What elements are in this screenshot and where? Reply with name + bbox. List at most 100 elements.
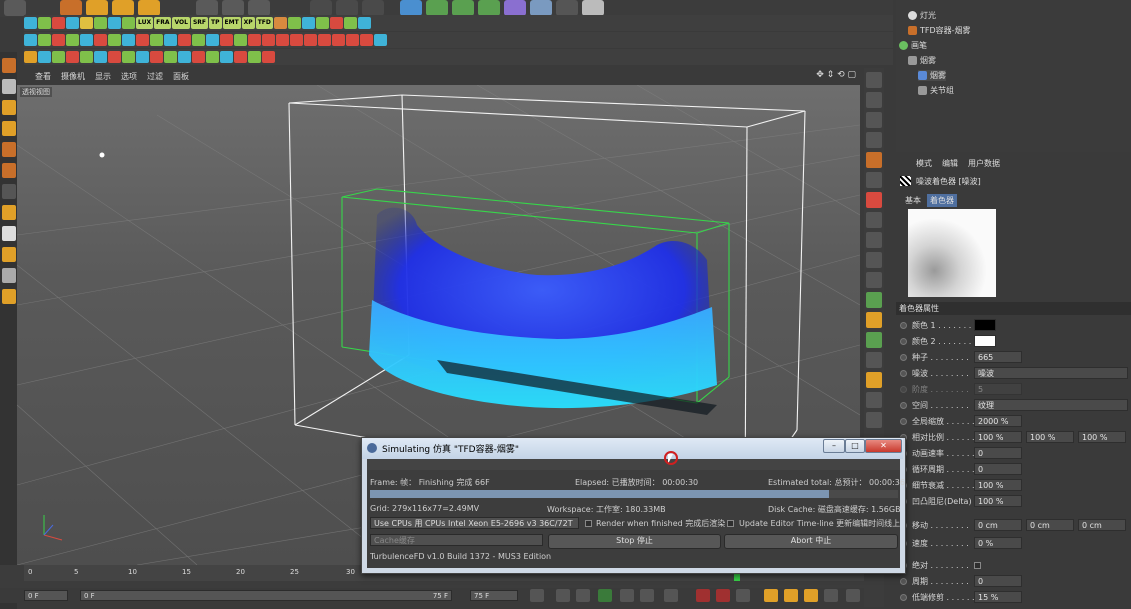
rotate-icon[interactable] — [138, 0, 160, 16]
plugin-icon[interactable] — [304, 34, 317, 46]
plugin-icon[interactable] — [38, 34, 51, 46]
magnet-icon[interactable] — [1, 247, 16, 262]
plugin-label-button[interactable]: TFD — [255, 17, 273, 29]
tool-icon[interactable] — [866, 312, 882, 328]
model-mode-icon[interactable] — [1, 58, 16, 73]
current-frame-field[interactable]: 0 F — [24, 590, 68, 601]
abort-button[interactable]: Abort 中止 — [724, 534, 898, 549]
plugin-icon[interactable] — [94, 34, 107, 46]
plugin-icon[interactable] — [136, 51, 149, 63]
plugin-icon[interactable] — [122, 34, 135, 46]
plugin-icon[interactable] — [357, 17, 371, 29]
anim-dot-icon[interactable] — [900, 386, 907, 393]
plugin-icon[interactable] — [273, 17, 287, 29]
anim-dot-icon[interactable] — [900, 418, 907, 425]
plugin-label-button[interactable]: LUX — [136, 17, 154, 29]
live-select-icon[interactable] — [60, 0, 82, 16]
speed-field[interactable]: 0 % — [974, 537, 1022, 549]
octaves-field[interactable]: 5 — [974, 383, 1022, 395]
plugin-icon[interactable] — [178, 51, 191, 63]
plugin-icon[interactable] — [301, 17, 315, 29]
tool-icon[interactable] — [866, 252, 882, 268]
move-x-field[interactable]: 0 cm — [974, 519, 1022, 531]
nurbs-icon[interactable] — [452, 0, 474, 16]
space-select[interactable]: 纹理 — [974, 399, 1128, 411]
plugin-icon[interactable] — [290, 34, 303, 46]
tool-icon[interactable] — [866, 372, 882, 388]
next-frame-icon[interactable] — [620, 589, 634, 602]
object-row[interactable]: 烟雾 — [918, 70, 946, 81]
anim-speed-field[interactable]: 0 — [974, 447, 1022, 459]
minimize-button[interactable]: – — [823, 439, 845, 453]
tab-user-data[interactable]: 用户数据 — [968, 158, 1000, 169]
global-scale-field[interactable]: 2000 % — [974, 415, 1022, 427]
relative-scale-y-field[interactable]: 100 % — [1026, 431, 1074, 443]
cpu-select[interactable]: Use CPUs 用 CPUs Intel Xeon E5-2696 v3 36… — [370, 517, 579, 529]
plugin-icon[interactable] — [329, 17, 343, 29]
snap-icon[interactable] — [1, 226, 16, 241]
pla-key-icon[interactable] — [846, 589, 860, 602]
cube-icon[interactable] — [400, 0, 422, 16]
viewport-nav-icons[interactable]: ✥ ⇕ ⟲ ▢ — [816, 70, 856, 80]
deformer-icon[interactable] — [504, 0, 526, 16]
absolute-checkbox[interactable] — [974, 562, 981, 569]
plugin-icon[interactable] — [94, 51, 107, 63]
anim-dot-icon[interactable] — [900, 402, 907, 409]
maximize-button[interactable]: □ — [845, 439, 865, 453]
render-when-finished-checkbox[interactable] — [585, 520, 592, 527]
frame-range-slider[interactable]: 0 F 75 F — [80, 590, 452, 601]
plugin-icon[interactable] — [220, 34, 233, 46]
move-icon[interactable] — [86, 0, 108, 16]
plugin-icon[interactable] — [66, 17, 79, 29]
plugin-icon[interactable] — [276, 34, 289, 46]
plugin-icon[interactable] — [164, 51, 177, 63]
viewport-menu-view[interactable]: 查看 — [35, 71, 51, 82]
plugin-icon[interactable] — [150, 34, 163, 46]
array-icon[interactable] — [478, 0, 500, 16]
plugin-label-button[interactable]: VOL — [172, 17, 190, 29]
color-swatch[interactable] — [974, 319, 996, 331]
texture-mode-icon[interactable] — [1, 79, 16, 94]
next-key-icon[interactable] — [640, 589, 654, 602]
plugin-icon[interactable] — [248, 51, 261, 63]
plugin-label-button[interactable]: FRA — [154, 17, 172, 29]
stop-button[interactable]: Stop 停止 — [548, 534, 721, 549]
noise-select[interactable]: 噪波 — [974, 367, 1128, 379]
lock-icon[interactable] — [1, 268, 16, 283]
plugin-icon[interactable] — [66, 34, 79, 46]
gear-icon[interactable] — [1, 289, 16, 304]
polygons-mode-icon[interactable] — [1, 163, 16, 178]
plugin-icon[interactable] — [66, 51, 79, 63]
loop-period-field[interactable]: 0 — [974, 463, 1022, 475]
tool-icon[interactable] — [866, 72, 882, 88]
anim-dot-icon[interactable] — [900, 578, 907, 585]
plugin-icon[interactable] — [192, 51, 205, 63]
plugin-icon[interactable] — [318, 34, 331, 46]
points-mode-icon[interactable] — [1, 121, 16, 136]
tool-icon[interactable] — [866, 172, 882, 188]
delta-field[interactable]: 100 % — [974, 495, 1022, 507]
plugin-icon[interactable] — [80, 51, 93, 63]
plugin-icon[interactable] — [315, 17, 329, 29]
plugin-icon[interactable] — [80, 17, 93, 29]
prev-frame-icon[interactable] — [576, 589, 590, 602]
axis-icon[interactable] — [1, 184, 16, 199]
plugin-icon[interactable] — [332, 34, 345, 46]
tool-icon[interactable] — [866, 192, 882, 208]
plugin-icon[interactable] — [136, 34, 149, 46]
move-y-field[interactable]: 0 cm — [1026, 519, 1074, 531]
close-button[interactable]: ✕ — [865, 439, 902, 453]
y-axis-icon[interactable] — [222, 0, 244, 16]
autokey-icon[interactable] — [716, 589, 730, 602]
update-timeline-checkbox[interactable] — [727, 520, 734, 527]
dialog-titlebar[interactable]: Simulating 仿真 "TFD容器-烟雾" – □ ✕ — [362, 438, 903, 459]
plugin-icon[interactable] — [52, 34, 65, 46]
tool-icon[interactable] — [866, 292, 882, 308]
seed-field[interactable]: 665 — [974, 351, 1022, 363]
camera-icon[interactable] — [556, 0, 578, 16]
plugin-icon[interactable] — [206, 51, 219, 63]
plugin-icon[interactable] — [108, 34, 121, 46]
object-row[interactable]: 灯光 — [908, 10, 936, 21]
anim-dot-icon[interactable] — [900, 322, 907, 329]
plugin-icon[interactable] — [164, 34, 177, 46]
